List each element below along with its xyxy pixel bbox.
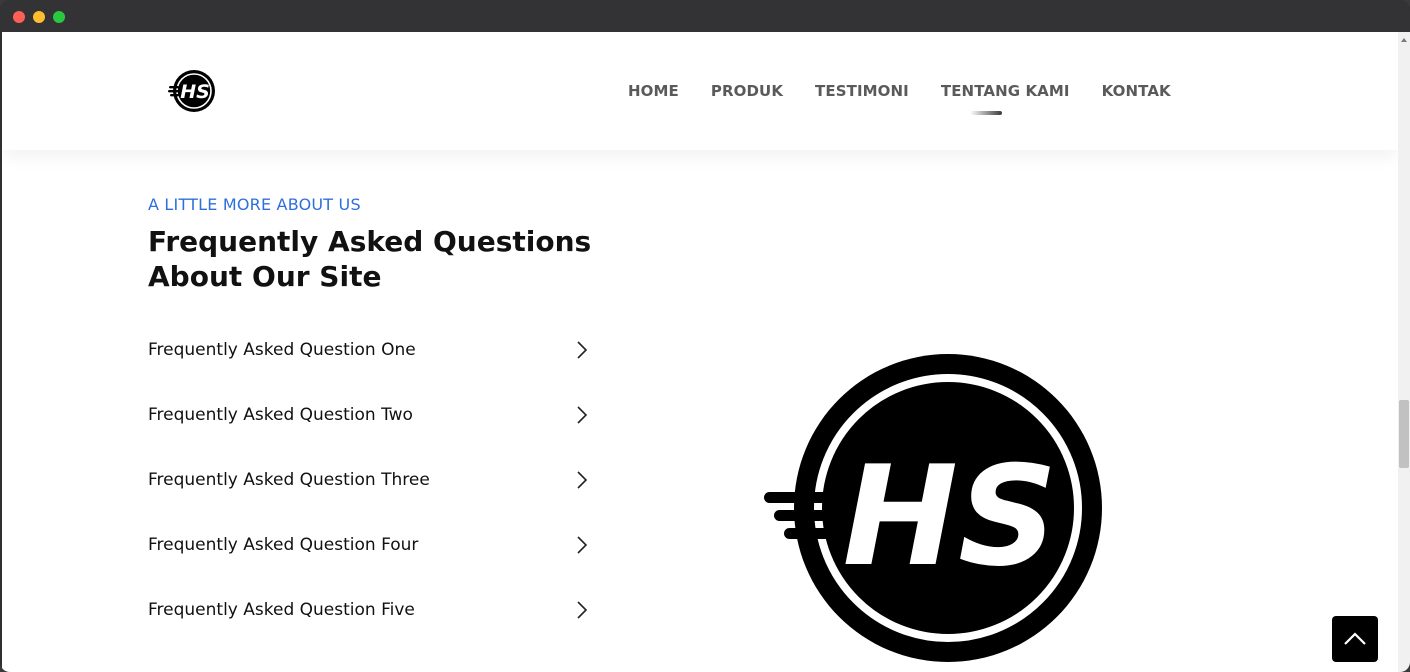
active-nav-indicator <box>970 111 1002 115</box>
faq-question: Frequently Asked Question Two <box>148 404 413 425</box>
close-window-button[interactable] <box>13 11 25 23</box>
chevron-up-icon <box>1344 632 1366 645</box>
faq-question: Frequently Asked Question Three <box>148 469 430 490</box>
section-title: Frequently Asked Questions About Our Sit… <box>148 225 592 293</box>
scrollbar-thumb[interactable] <box>1399 400 1409 468</box>
brand-logo-text: HS <box>843 436 1058 597</box>
window-titlebar <box>0 0 1410 32</box>
site-logo[interactable]: HS <box>168 68 218 114</box>
chevron-right-icon <box>577 601 588 619</box>
faq-question: Frequently Asked Question Four <box>148 535 419 556</box>
site-header: HS HOME PRODUK TESTIMONI TENTANG KAMI KO… <box>2 32 1398 150</box>
faq-item-one[interactable]: Frequently Asked Question One <box>148 317 594 382</box>
page-viewport: HS HOME PRODUK TESTIMONI TENTANG KAMI KO… <box>2 32 1398 672</box>
maximize-window-button[interactable] <box>53 11 65 23</box>
faq-item-three[interactable]: Frequently Asked Question Three <box>148 447 594 512</box>
faq-item-four[interactable]: Frequently Asked Question Four <box>148 513 594 578</box>
faq-question: Frequently Asked Question Five <box>148 600 415 621</box>
chevron-right-icon <box>577 471 588 489</box>
section-eyebrow: A LITTLE MORE ABOUT US <box>148 195 361 214</box>
chevron-right-icon <box>577 341 588 359</box>
nav-produk[interactable]: PRODUK <box>711 82 783 104</box>
faq-item-five[interactable]: Frequently Asked Question Five <box>148 578 594 643</box>
minimize-window-button[interactable] <box>33 11 45 23</box>
nav-home[interactable]: HOME <box>628 82 679 104</box>
page-scrollbar[interactable] <box>1398 32 1410 672</box>
nav-testimoni[interactable]: TESTIMONI <box>815 82 909 104</box>
main-nav: HOME PRODUK TESTIMONI TENTANG KAMI KONTA… <box>628 82 1171 104</box>
scroll-up-arrow-icon[interactable] <box>1401 38 1407 42</box>
chevron-right-icon <box>577 406 588 424</box>
nav-tentang-kami[interactable]: TENTANG KAMI <box>941 82 1070 104</box>
site-logo-text: HS <box>180 81 210 103</box>
chevron-right-icon <box>577 536 588 554</box>
nav-kontak[interactable]: KONTAK <box>1102 82 1171 104</box>
browser-window: HS HOME PRODUK TESTIMONI TENTANG KAMI KO… <box>0 0 1410 672</box>
faq-item-two[interactable]: Frequently Asked Question Two <box>148 382 594 447</box>
back-to-top-button[interactable] <box>1332 616 1378 662</box>
faq-list: Frequently Asked Question One Frequently… <box>148 317 594 643</box>
brand-logo-image: HS <box>764 354 1102 662</box>
faq-question: Frequently Asked Question One <box>148 339 416 360</box>
